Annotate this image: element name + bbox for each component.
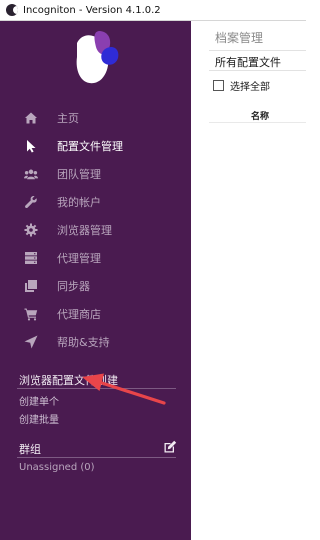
nav-item-synchronizer[interactable]: 同步器 [0, 274, 191, 298]
main-panel: 档案管理 所有配置文件 选择全部 名称 [191, 21, 306, 540]
window-title: Incogniton - Version 4.1.0.2 [23, 4, 161, 16]
home-icon [24, 111, 38, 125]
sidebar: 主页 配置文件管理 团队管理 我的帐户 浏览器管理 代理管理 同步器 代理商店 … [0, 21, 191, 540]
edit-groups-button[interactable] [162, 439, 178, 455]
cursor-icon [24, 139, 38, 153]
cart-icon [24, 307, 38, 321]
nav-item-label: 我的帐户 [57, 196, 101, 209]
select-all-label: 选择全部 [230, 82, 270, 93]
app-logo-icon [6, 4, 18, 16]
nav-item-browser-management[interactable]: 浏览器管理 [0, 218, 191, 242]
create-single-link[interactable]: 创建单个 [19, 393, 59, 408]
select-all-row[interactable]: 选择全部 [213, 78, 270, 93]
incogniton-logo-icon [76, 31, 119, 84]
nav-item-label: 同步器 [57, 280, 90, 293]
create-batch-link[interactable]: 创建批量 [19, 411, 59, 426]
groups-title: 群组 [19, 443, 41, 456]
nav-item-help-support[interactable]: 帮助&支持 [0, 330, 191, 354]
send-icon [24, 335, 38, 349]
select-all-checkbox[interactable] [213, 80, 224, 91]
nav-item-profile-management[interactable]: 配置文件管理 [0, 134, 191, 158]
nav-item-proxy-management[interactable]: 代理管理 [0, 246, 191, 270]
divider [209, 122, 306, 123]
server-icon [24, 251, 38, 265]
nav-item-label: 代理管理 [57, 252, 101, 265]
divider [209, 70, 306, 71]
wrench-icon [24, 195, 38, 209]
nav-item-label: 团队管理 [57, 168, 101, 181]
gear-icon [24, 223, 38, 237]
team-icon [24, 167, 38, 181]
nav-item-label: 配置文件管理 [57, 140, 123, 153]
group-unassigned[interactable]: Unassigned (0) [19, 462, 95, 473]
annotation-arrow-icon [82, 373, 166, 405]
nav-item-home[interactable]: 主页 [0, 106, 191, 130]
nav-item-team-management[interactable]: 团队管理 [0, 162, 191, 186]
nav-item-proxy-store[interactable]: 代理商店 [0, 302, 191, 326]
page-title: 档案管理 [215, 31, 264, 45]
sync-icon [24, 279, 38, 293]
column-header-name[interactable]: 名称 [251, 109, 269, 122]
title-bar: Incogniton - Version 4.1.0.2 [0, 0, 306, 21]
nav-item-label: 帮助&支持 [57, 336, 110, 349]
edit-icon [164, 440, 177, 453]
divider [209, 50, 306, 51]
divider [17, 457, 176, 458]
nav-item-label: 代理商店 [57, 308, 101, 321]
nav-item-my-account[interactable]: 我的帐户 [0, 190, 191, 214]
nav-item-label: 主页 [57, 112, 79, 125]
all-profiles-tab[interactable]: 所有配置文件 [215, 54, 281, 70]
nav-item-label: 浏览器管理 [57, 224, 112, 237]
